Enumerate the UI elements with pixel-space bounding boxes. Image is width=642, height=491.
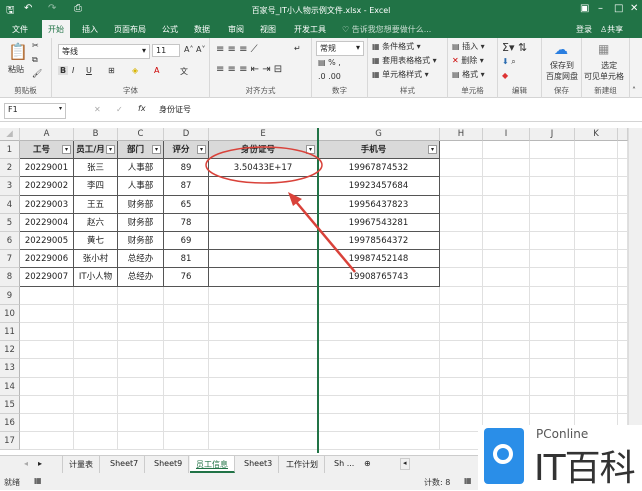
pconline-logo-icon [484, 428, 524, 484]
status-count: 计数: 8 [424, 478, 451, 487]
sheet-tab[interactable]: Sheet9 [148, 456, 190, 473]
arrowhead [288, 192, 302, 206]
sheet-tab[interactable]: Sheet7 [104, 456, 146, 473]
sheet-tabs-bar: ◂ ▸ 计量表 Sheet7 Sheet9 员工信息 Sheet3 工作计划 S… [0, 455, 480, 473]
sheet-tab[interactable]: Sh ... [328, 456, 360, 473]
sheet-tab[interactable]: 工作计划 [280, 456, 325, 473]
add-sheet-icon[interactable]: ⊕ [358, 456, 377, 473]
brand-name: IT百科 [534, 448, 636, 489]
annotation-arrow [291, 196, 356, 273]
annotation-layer [205, 146, 356, 273]
next-sheet-icon[interactable]: ▸ [32, 456, 48, 473]
sheet-tab[interactable]: 计量表 [62, 456, 100, 473]
normal-view-icon[interactable]: ▦ [464, 476, 472, 485]
horizontal-scrollbar[interactable]: ◂ [400, 458, 410, 470]
macro-record-icon[interactable]: ▦ [34, 476, 42, 485]
highlight-circle [205, 146, 323, 184]
pconline-watermark: PConline IT百科 [478, 425, 642, 490]
sheet-tab-active[interactable]: 员工信息 [190, 456, 235, 473]
sheet-tab[interactable]: Sheet3 [238, 456, 280, 473]
status-ready: 就绪 [4, 478, 20, 487]
